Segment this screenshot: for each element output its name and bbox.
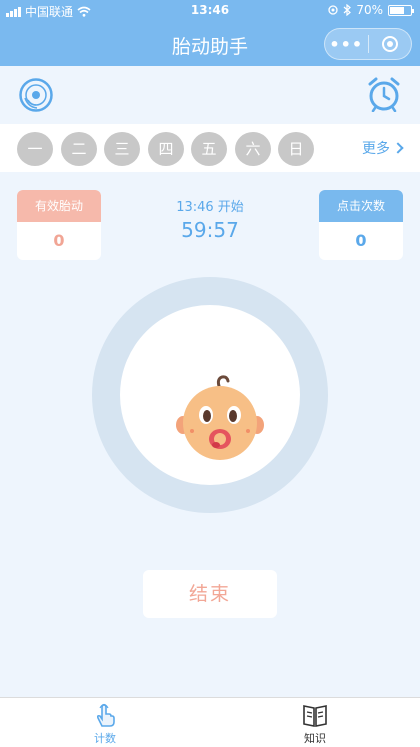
battery-percent: 70% (356, 3, 383, 17)
weekday-sat[interactable]: 六 (235, 132, 271, 166)
chevron-right-icon (392, 142, 404, 154)
start-time-text: 13:46 开始 (176, 200, 244, 215)
mini-program-capsule: ••• (324, 28, 412, 60)
location-icon (328, 5, 338, 15)
tap-ring[interactable] (92, 277, 328, 513)
tab-knowledge[interactable]: 知识 (285, 702, 345, 746)
close-button[interactable] (369, 36, 412, 52)
tab-count[interactable]: 计数 (75, 702, 135, 746)
effective-movement-value: 0 (53, 231, 65, 250)
weekday-fri[interactable]: 五 (191, 132, 227, 166)
click-count-card: 点击次数 0 (319, 190, 403, 260)
bottom-tab-bar: 计数 知识 (0, 697, 420, 747)
weekday-wed[interactable]: 三 (104, 132, 140, 166)
music-disc-icon[interactable] (19, 78, 53, 112)
weekday-sun[interactable]: 日 (278, 132, 314, 166)
tab-count-label: 计数 (94, 732, 116, 745)
bluetooth-icon (343, 4, 352, 16)
more-days-link[interactable]: 更多 (362, 138, 404, 158)
tab-knowledge-label: 知识 (304, 732, 326, 745)
tap-area[interactable] (120, 305, 300, 485)
weekday-mon[interactable]: 一 (17, 132, 53, 166)
hand-pointer-icon (96, 703, 115, 727)
effective-movement-label: 有效胎动 (17, 190, 101, 222)
baby-face-icon (176, 375, 264, 460)
status-bar: 中国联通 13:46 70% (0, 0, 420, 22)
effective-movement-card: 有效胎动 0 (17, 190, 101, 260)
alarm-clock-icon[interactable] (366, 76, 402, 112)
weekday-thu[interactable]: 四 (148, 132, 184, 166)
weekday-bar: 一 二 三 四 五 六 日 更多 (0, 124, 420, 172)
countdown-timer: 59:57 (181, 218, 239, 242)
more-menu-button[interactable]: ••• (325, 35, 368, 54)
nav-bar: 胎动助手 ••• (0, 22, 420, 66)
book-icon (303, 705, 327, 727)
click-count-label: 点击次数 (319, 190, 403, 222)
weekday-tue[interactable]: 二 (61, 132, 97, 166)
close-target-icon (381, 36, 398, 52)
battery-icon (388, 4, 414, 16)
more-days-label: 更多 (362, 141, 390, 157)
end-button[interactable]: 结束 (143, 570, 277, 618)
top-toolbar (0, 66, 420, 122)
click-count-value: 0 (355, 231, 367, 250)
